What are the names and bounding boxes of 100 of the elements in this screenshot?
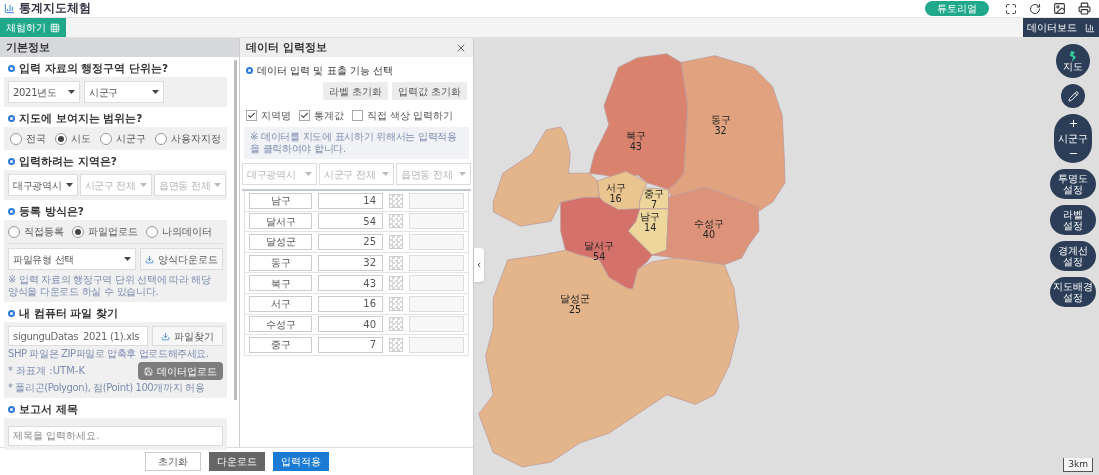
checkbox-option[interactable]: 직접 색상 입력하기 — [352, 108, 454, 123]
footer-button[interactable]: 다운로드 — [208, 452, 265, 471]
radio-option[interactable]: 사용자지정 — [155, 131, 221, 146]
map-label: 동구 — [710, 114, 731, 126]
value-cell[interactable]: 16 — [318, 295, 383, 312]
fullscreen-icon[interactable] — [1005, 2, 1017, 15]
caret-icon — [68, 90, 75, 94]
refresh-icon[interactable] — [1029, 2, 1041, 15]
reset-button[interactable]: 라벨 초기화 — [322, 82, 388, 100]
map-label: 남구 — [640, 211, 661, 223]
value-cell[interactable]: 43 — [318, 275, 383, 292]
map-value: 7 — [651, 198, 658, 210]
color-field[interactable] — [409, 213, 464, 230]
caret-icon — [459, 172, 466, 176]
color-field[interactable] — [409, 316, 464, 333]
hint-text: * 폴리곤(Polygon), 점(Point) 100개까지 허용 — [8, 382, 206, 394]
transparent-swatch-icon[interactable] — [389, 317, 403, 332]
settings-button[interactable]: 라벨 설정 — [1050, 205, 1096, 235]
map-label: 수성구 — [694, 218, 724, 230]
filename-field[interactable]: sigunguDatas_2021 (1).xls — [8, 326, 148, 346]
function-label: 데이터 입력 및 표출 기능 선택 — [257, 64, 393, 78]
transparent-swatch-icon[interactable] — [389, 193, 403, 208]
bullet-icon — [8, 158, 15, 165]
transparent-swatch-icon[interactable] — [389, 296, 403, 311]
collapse-tab[interactable] — [474, 248, 484, 282]
color-field[interactable] — [409, 295, 464, 312]
print-icon[interactable] — [1078, 2, 1091, 15]
value-cell[interactable]: 25 — [318, 234, 383, 250]
map-value: 32 — [714, 124, 727, 136]
zoom-in-icon[interactable] — [1067, 118, 1079, 129]
caret-icon — [124, 257, 131, 261]
district-name-cell: 서구 — [249, 295, 312, 312]
transparent-swatch-icon[interactable] — [389, 214, 403, 229]
map-label: 북구 — [625, 130, 646, 142]
color-field[interactable] — [409, 192, 464, 209]
value-cell[interactable]: 7 — [318, 336, 383, 353]
color-field[interactable] — [409, 234, 464, 250]
transparent-swatch-icon[interactable] — [389, 255, 403, 270]
footer-button[interactable]: 초기화 — [144, 452, 201, 471]
value-cell[interactable]: 40 — [318, 316, 383, 333]
radio-option[interactable]: 시군구 — [100, 131, 146, 146]
map-value: 40 — [702, 228, 716, 240]
image-icon[interactable] — [1053, 2, 1066, 15]
value-cell[interactable]: 32 — [318, 254, 383, 271]
pencil-icon — [1067, 90, 1079, 102]
hint-text: SHP 파일은 ZIP파일로 압축후 업로드해주세요. — [8, 348, 210, 360]
caret-icon — [152, 90, 159, 94]
map-value: 16 — [609, 193, 622, 205]
transparent-swatch-icon[interactable] — [389, 337, 403, 352]
section-question: 보고서 제목 — [19, 403, 78, 416]
section-question: 내 컴퓨터 파일 찾기 — [19, 307, 118, 320]
district-area[interactable] — [478, 126, 740, 468]
bullet-icon — [8, 406, 15, 413]
checkbox-option[interactable]: 통계값 — [299, 108, 344, 123]
radio-option[interactable]: 전국 — [10, 131, 46, 146]
data-upload-button[interactable]: 데이터업로드 — [138, 362, 223, 380]
radio-option[interactable]: 시도 — [55, 131, 91, 146]
radio-option[interactable]: 직접등록 — [8, 224, 64, 239]
check-icon — [247, 111, 256, 120]
value-cell[interactable]: 54 — [318, 213, 383, 230]
grid-icon — [50, 22, 60, 33]
scrollbar[interactable] — [234, 60, 237, 400]
footer-button[interactable]: 입력적용 — [272, 452, 329, 471]
map-value: 14 — [644, 222, 657, 233]
checkbox-option[interactable]: 지역명 — [246, 108, 291, 123]
settings-button[interactable]: 경계선 설정 — [1050, 241, 1096, 271]
caret-icon — [305, 172, 312, 176]
map-label: 서구 — [605, 182, 626, 194]
dropdown[interactable]: 2021년도 — [8, 81, 80, 103]
dropdown[interactable]: 대구광역시 — [8, 174, 78, 196]
district-name-cell: 남구 — [249, 192, 312, 209]
dropdown[interactable]: 시군구 — [84, 81, 164, 103]
section-question: 지도에 보여지는 범위는? — [19, 112, 143, 125]
color-field[interactable] — [409, 275, 464, 292]
template-download-button[interactable]: 양식다운로드 — [140, 248, 223, 270]
value-cell[interactable]: 14 — [318, 192, 383, 209]
transparent-swatch-icon[interactable] — [389, 276, 403, 291]
radio-option[interactable]: 파일업로드 — [72, 224, 138, 239]
panel-title: 데이터 입력정보 — [246, 39, 327, 55]
browse-button[interactable]: 파일찾기 — [152, 326, 223, 346]
settings-button[interactable]: 지도배경 설정 — [1050, 277, 1096, 307]
dashboard-button[interactable]: 데이터보드 — [1023, 18, 1099, 37]
dropdown[interactable]: 파일유형 선택 — [8, 248, 136, 270]
section-question: 입력하려는 지역은? — [19, 155, 117, 168]
settings-button[interactable]: 투명도 설정 — [1050, 169, 1096, 199]
radio-option[interactable]: 나의데이터 — [146, 224, 212, 239]
map-button[interactable]: 지도 — [1056, 44, 1090, 78]
color-field[interactable] — [409, 336, 464, 353]
save-icon — [144, 366, 153, 376]
check-icon — [300, 111, 309, 120]
map-canvas[interactable]: 동구 32 북구 43 서구 16 중구 7 남구 14 수성구 40 달서구 54 달성군 25 지도 시군구 투명도 설정 라벨 설정 경계선 설정 지도배경 설정 3km — [474, 38, 1099, 475]
district-name-cell: 동구 — [249, 254, 312, 271]
district-name-cell: 달성군 — [249, 234, 312, 250]
bullet-icon — [8, 310, 15, 317]
bullet-icon — [8, 208, 15, 215]
edit-button[interactable] — [1061, 84, 1085, 108]
reset-button[interactable]: 입력값 초기화 — [391, 82, 467, 100]
color-field[interactable] — [409, 254, 464, 271]
transparent-swatch-icon[interactable] — [389, 235, 403, 249]
report-title-field[interactable]: 제목을 입력하세요. — [8, 425, 223, 446]
